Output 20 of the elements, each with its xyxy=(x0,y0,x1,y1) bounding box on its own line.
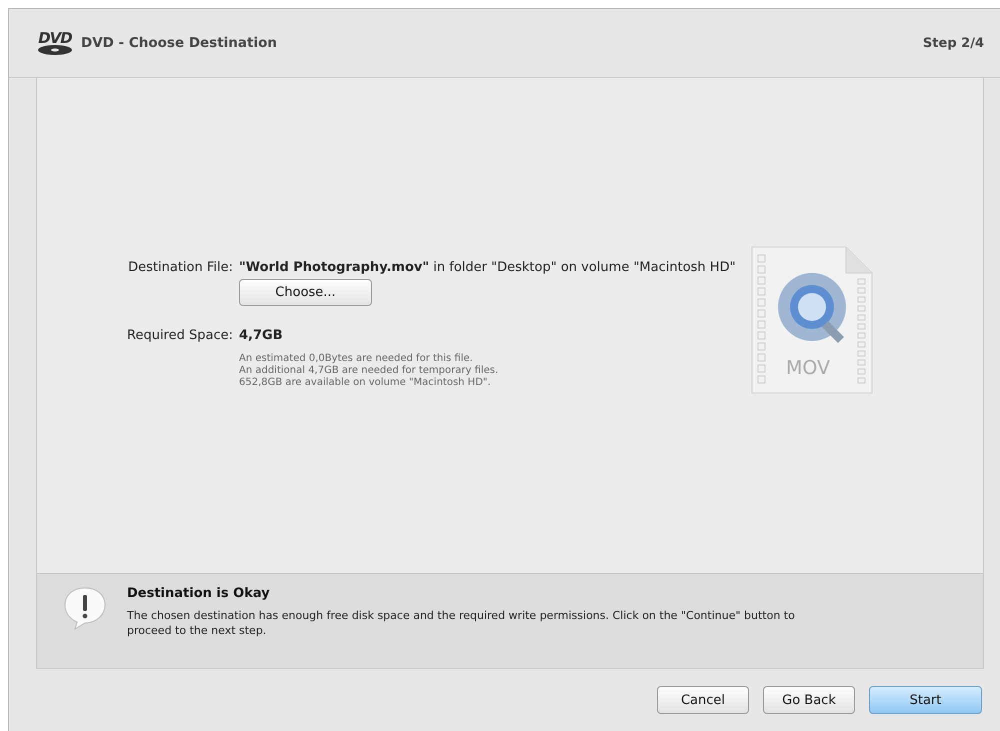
warning-icon xyxy=(63,586,107,630)
step-indicator: Step 2/4 xyxy=(922,36,984,50)
choose-button[interactable]: Choose... xyxy=(239,279,372,306)
dvd-logo-text: DVD xyxy=(38,31,72,45)
required-space-label: Required Space: xyxy=(126,328,233,343)
required-space-value: 4,7GB xyxy=(239,328,283,343)
space-note: An estimated 0,0Bytes are needed for this file. xyxy=(239,353,473,364)
destination-label: Destination File: xyxy=(127,260,233,275)
start-button[interactable]: Start xyxy=(869,686,982,714)
mov-label: MOV xyxy=(786,357,830,379)
dialog-button[interactable]: Cancel xyxy=(657,686,749,714)
dialog-button[interactable]: Go Back xyxy=(763,686,855,714)
disc-icon xyxy=(38,45,72,55)
status-title: Destination is Okay xyxy=(127,586,271,601)
destination-value: "World Photography.mov" in folder "Desktop" on volume "Macintosh HD" xyxy=(239,260,736,275)
window-title: DVD - Choose Destination xyxy=(81,35,277,51)
movie-file-icon xyxy=(750,245,874,395)
space-note: 652,8GB are available on volume "Macintosh HD". xyxy=(239,377,491,388)
status-message: The chosen destination has enough free disk space and the required write permissions. Click on the "Continue" button to proceed to the next step. xyxy=(127,608,796,638)
space-note: An additional 4,7GB are needed for temporary files. xyxy=(239,365,498,376)
